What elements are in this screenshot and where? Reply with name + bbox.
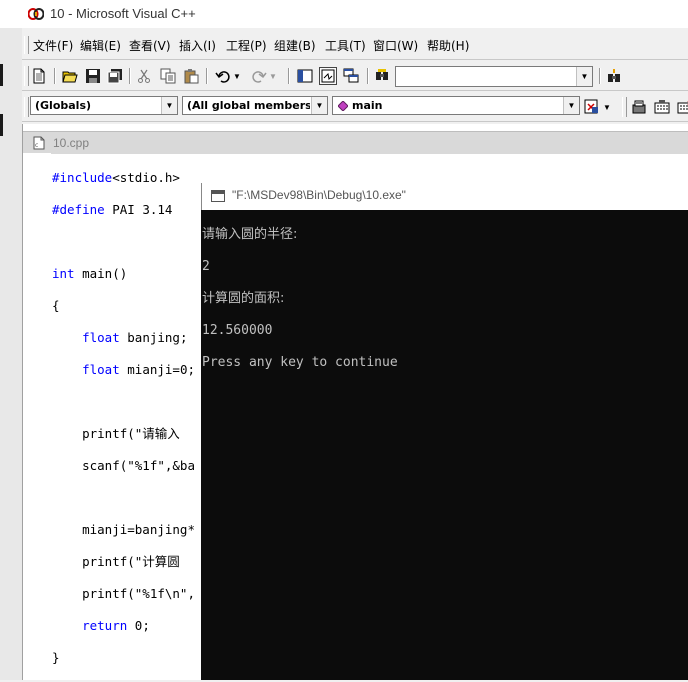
wizard-bar: (Globals) ▼ (All global members ▼ main ▼… bbox=[22, 93, 688, 121]
save-all-icon[interactable] bbox=[106, 67, 124, 85]
redo-icon[interactable] bbox=[250, 67, 268, 85]
menu-edit[interactable]: 编辑(E) bbox=[80, 37, 121, 54]
copy-icon[interactable] bbox=[159, 67, 177, 85]
find-combo-arrow-icon[interactable]: ▼ bbox=[576, 67, 592, 86]
save-icon[interactable] bbox=[84, 67, 102, 85]
new-file-icon[interactable] bbox=[30, 67, 48, 85]
console-line: 计算圆的面积: bbox=[202, 291, 285, 306]
code-line: int main() bbox=[52, 266, 128, 281]
paste-icon[interactable] bbox=[182, 67, 200, 85]
undo-dropdown-icon[interactable]: ▼ bbox=[232, 67, 242, 85]
members-combo-arrow-icon[interactable]: ▼ bbox=[311, 97, 327, 114]
visual-cpp-icon bbox=[28, 8, 44, 20]
code-line: #include<stdio.h> bbox=[52, 170, 180, 185]
function-combo-arrow-icon[interactable]: ▼ bbox=[563, 97, 579, 114]
redo-dropdown-icon[interactable]: ▼ bbox=[268, 67, 278, 85]
code-line: float banjing; bbox=[82, 330, 188, 345]
console-line: 2 bbox=[202, 259, 210, 274]
code-line: printf("请输入 bbox=[52, 426, 180, 441]
standard-toolbar: ▼ ▼ ▼ bbox=[22, 62, 688, 90]
menu-insert[interactable]: 插入(I) bbox=[179, 37, 216, 54]
find-in-files-icon[interactable] bbox=[374, 67, 392, 85]
editor-tab-title[interactable]: 10.cpp bbox=[53, 136, 89, 150]
source-code[interactable]: #include<stdio.h> #define PAI 3.14 int m… bbox=[52, 154, 195, 682]
scope-combo-arrow-icon[interactable]: ▼ bbox=[161, 97, 177, 114]
console-title-bar[interactable]: "F:\MSDev98\Bin\Debug\10.exe" bbox=[201, 183, 688, 210]
menu-view[interactable]: 查看(V) bbox=[129, 37, 171, 54]
console-app-icon bbox=[211, 190, 225, 202]
console-title: "F:\MSDev98\Bin\Debug\10.exe" bbox=[232, 188, 406, 202]
wizard-action-dropdown-icon[interactable]: ▼ bbox=[602, 98, 612, 116]
code-line: float mianji=0; bbox=[82, 362, 196, 377]
code-line: return 0; bbox=[82, 618, 150, 633]
menu-window[interactable]: 窗口(W) bbox=[373, 37, 418, 54]
editor-gutter bbox=[23, 153, 51, 680]
left-edge bbox=[0, 28, 22, 680]
code-line: mianji=banjing* bbox=[52, 522, 195, 537]
console-line: Press any key to continue bbox=[202, 355, 398, 370]
console-line: 请输入圆的半径: bbox=[202, 227, 298, 242]
code-line: scanf("%1f",&ba bbox=[52, 458, 195, 473]
console-output: 请输入圆的半径: 2 计算圆的面积: 12.560000 Press any k… bbox=[202, 211, 398, 387]
menu-tools[interactable]: 工具(T) bbox=[325, 37, 366, 54]
title-bar: 10 - Microsoft Visual C++ bbox=[0, 0, 688, 28]
console-line: 12.560000 bbox=[202, 323, 273, 338]
code-line: printf("%1f\n", bbox=[52, 586, 195, 601]
function-combo[interactable]: main ▼ bbox=[332, 96, 580, 115]
members-filter-combo[interactable]: (All global members ▼ bbox=[182, 96, 328, 115]
menu-project[interactable]: 工程(P) bbox=[226, 37, 267, 54]
menu-file[interactable]: 文件(F) bbox=[33, 37, 73, 54]
find-combo[interactable]: ▼ bbox=[395, 66, 593, 87]
undo-icon[interactable] bbox=[214, 67, 232, 85]
workspace-icon[interactable] bbox=[296, 67, 314, 85]
build-icon[interactable] bbox=[653, 98, 671, 116]
menu-bar: 文件(F) 编辑(E) 查看(V) 插入(I) 工程(P) 组建(B) 工具(T… bbox=[22, 34, 688, 56]
open-folder-icon[interactable] bbox=[61, 67, 79, 85]
find-binoculars-icon[interactable] bbox=[605, 67, 623, 85]
editor-tab-bar: c 10.cpp bbox=[23, 131, 688, 154]
window-list-icon[interactable] bbox=[342, 67, 360, 85]
menu-build[interactable]: 组建(B) bbox=[274, 37, 316, 54]
menu-help[interactable]: 帮助(H) bbox=[427, 37, 469, 54]
code-line: #define PAI 3.14 bbox=[52, 202, 173, 217]
code-line: { bbox=[52, 298, 60, 313]
menu-grip[interactable] bbox=[24, 36, 29, 54]
svg-text:c: c bbox=[35, 142, 38, 149]
code-line: } bbox=[52, 650, 60, 665]
wizard-action-icon[interactable] bbox=[583, 98, 601, 116]
compile-icon[interactable] bbox=[630, 98, 648, 116]
code-line: printf("计算圆 bbox=[52, 554, 180, 569]
class-scope-combo[interactable]: (Globals) ▼ bbox=[30, 96, 178, 115]
stop-build-icon[interactable] bbox=[676, 98, 688, 116]
cut-icon[interactable] bbox=[135, 67, 153, 85]
cpp-file-icon: c bbox=[33, 136, 45, 150]
output-window-icon[interactable] bbox=[319, 67, 337, 85]
function-diamond-icon bbox=[338, 101, 348, 111]
window-title: 10 - Microsoft Visual C++ bbox=[50, 6, 196, 21]
